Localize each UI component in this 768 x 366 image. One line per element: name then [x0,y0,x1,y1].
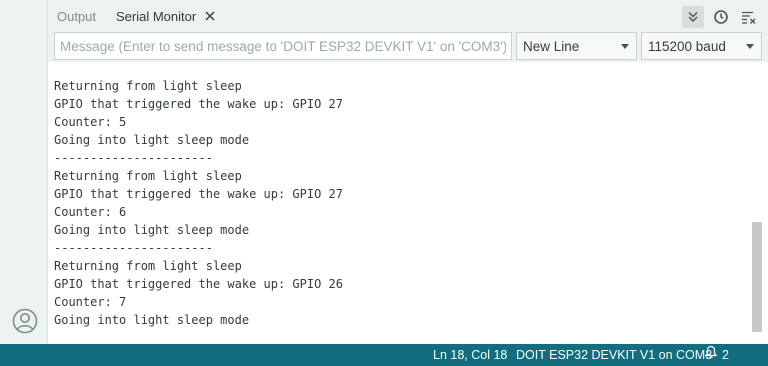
output-line: GPIO that triggered the wake up: GPIO 27 [54,97,343,111]
output-line: Counter: 7 [54,295,127,309]
panel-tools [682,6,760,28]
panel-header: Output Serial Monitor [48,0,768,32]
toggle-timestamp-icon[interactable] [710,6,732,28]
output-line: ---------------------- [54,241,213,255]
output-line: Going into light sleep mode [54,223,250,237]
cursor-position[interactable]: Ln 18, Col 18 [433,344,507,366]
line-ending-value: New Line [523,38,580,54]
account-icon[interactable] [12,308,38,334]
chevron-down-icon [746,44,754,49]
baud-rate-select[interactable]: 115200 baud [641,32,762,60]
activity-bar [0,0,48,344]
tab-output-label: Output [57,9,97,24]
output-line: ---------------------- [54,151,213,165]
toggle-autoscroll-icon[interactable] [682,6,704,28]
output-line: Returning from light sleep [54,79,242,93]
serial-toolbar: New Line 115200 baud [48,32,768,62]
output-line: GPIO that triggered the wake up: GPIO 26 [54,277,343,291]
baud-rate-value: 115200 baud [648,38,726,54]
bell-icon [704,344,718,366]
message-input[interactable] [54,32,512,60]
notifications-button[interactable]: 2 [704,344,729,366]
close-icon[interactable] [204,10,216,22]
line-ending-select[interactable]: New Line [516,32,637,60]
chevron-down-icon [621,44,629,49]
tab-serial-monitor-label: Serial Monitor [116,9,197,24]
notification-count: 2 [722,348,729,362]
output-line: Returning from light sleep [54,169,242,183]
output-line: GPIO that triggered the wake up: GPIO 27 [54,187,343,201]
serial-output[interactable]: Returning from light sleep GPIO that tri… [48,62,750,344]
status-bar: Ln 18, Col 18 DOIT ESP32 DEVKIT V1 on CO… [0,344,768,366]
tab-serial-monitor[interactable]: Serial Monitor [116,0,196,32]
output-line: Counter: 6 [54,205,127,219]
output-line: Counter: 5 [54,115,127,129]
board-port-status[interactable]: DOIT ESP32 DEVKIT V1 on COM3 [516,344,712,366]
output-line: Returning from light sleep [54,259,242,273]
scrollbar-thumb[interactable] [752,222,762,332]
output-line: Going into light sleep mode [54,313,250,327]
output-line: Going into light sleep mode [54,133,250,147]
tab-output[interactable]: Output [57,0,96,32]
clear-output-icon[interactable] [738,6,760,28]
